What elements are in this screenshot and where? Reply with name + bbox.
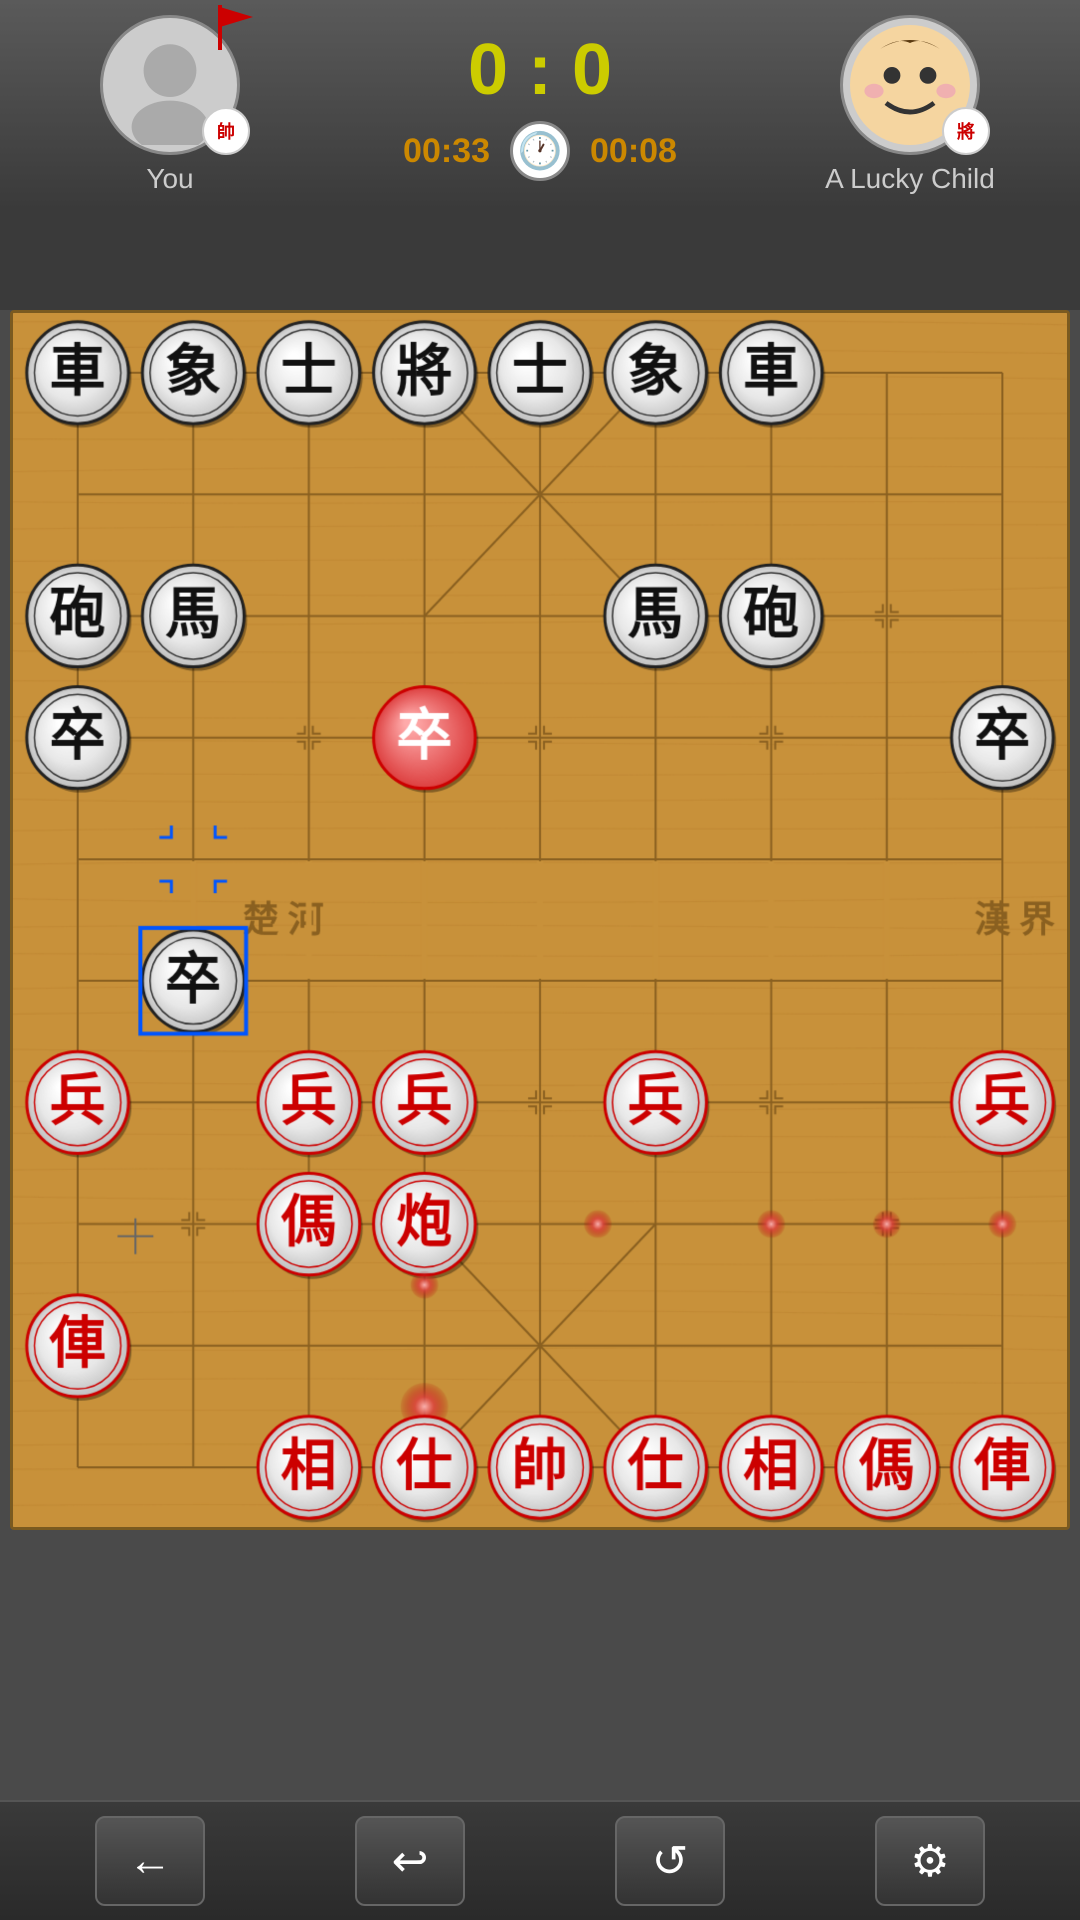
player2-timer: 00:08 [590,132,677,171]
player2-section: 將 A Lucky Child [780,15,1040,195]
undo-button[interactable]: ↩ [355,1816,465,1906]
player2-avatar-wrapper: 將 [840,15,980,155]
player1-flag-icon [215,5,255,50]
clock-icon: 🕐 [510,121,570,181]
player1-section: 帥 You [40,15,300,195]
banner-area [0,210,1080,310]
score-section: 0 : 0 00:33 🕐 00:08 [300,29,780,181]
toolbar: ← ↩ ↺ ⚙ [0,1800,1080,1920]
player1-badge: 帥 [202,107,250,155]
score-display: 0 : 0 [468,29,612,111]
player1-score: 0 [468,29,508,111]
player1-name: You [146,163,193,195]
refresh-button[interactable]: ↺ [615,1816,725,1906]
player1-avatar-wrapper: 帥 [100,15,240,155]
settings-button[interactable]: ⚙ [875,1816,985,1906]
board-canvas [13,313,1067,1527]
player1-timer: 00:33 [403,132,490,171]
timer-section: 00:33 🕐 00:08 [403,121,677,181]
header: 帥 You 0 : 0 00:33 🕐 00:08 [0,0,1080,210]
board-container[interactable] [10,310,1070,1530]
player2-badge: 將 [942,107,990,155]
score-colon: : [528,29,552,111]
player2-name: A Lucky Child [825,163,995,195]
player2-score: 0 [572,29,612,111]
back-button[interactable]: ← [95,1816,205,1906]
